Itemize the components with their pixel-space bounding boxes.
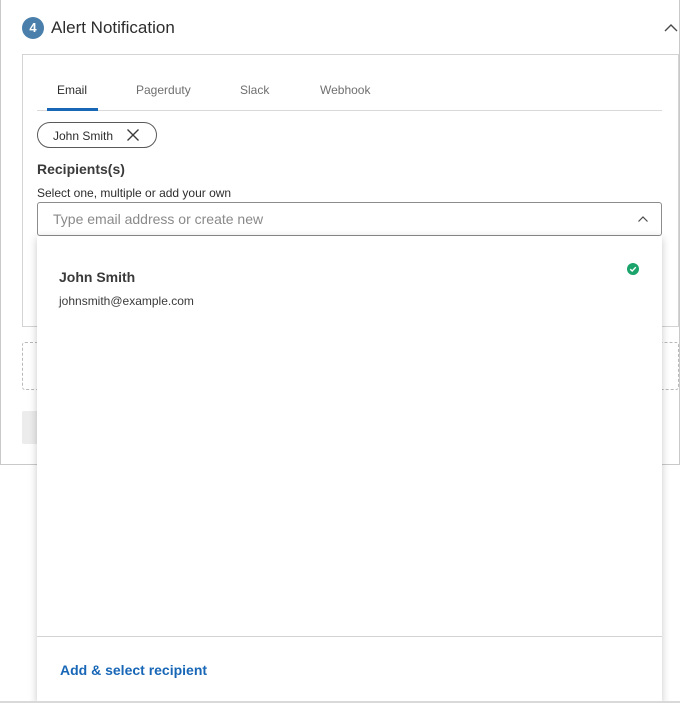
tab-pagerduty[interactable]: Pagerduty: [136, 83, 191, 97]
option-name: John Smith: [59, 269, 136, 285]
active-tab-indicator: [47, 108, 98, 111]
close-icon[interactable]: [126, 128, 140, 142]
tab-slack[interactable]: Slack: [240, 83, 269, 97]
chevron-up-icon[interactable]: [637, 213, 649, 225]
chevron-up-icon[interactable]: [663, 20, 679, 36]
add-select-recipient-button[interactable]: Add & select recipient: [60, 662, 207, 678]
recipients-help-text: Select one, multiple or add your own: [37, 186, 232, 200]
recipient-chip-label: John Smith: [53, 129, 114, 143]
list-item[interactable]: John Smith johnsmith@example.com: [37, 236, 662, 316]
section-header[interactable]: 4 Alert Notification: [1, 0, 680, 56]
divider: [37, 636, 662, 637]
recipient-dropdown: John Smith johnsmith@example.com Add & s…: [37, 236, 662, 703]
tab-email[interactable]: Email: [57, 83, 87, 97]
step-number-badge: 4: [22, 17, 44, 39]
tab-webhook[interactable]: Webhook: [320, 83, 370, 97]
section-title: Alert Notification: [51, 18, 175, 37]
recipient-chip: John Smith: [37, 122, 157, 148]
option-email: johnsmith@example.com: [59, 294, 194, 308]
recipients-label: Recipients(s): [37, 161, 125, 177]
check-circle-icon: [627, 263, 639, 275]
recipient-email-input[interactable]: [37, 202, 662, 236]
notification-channel-tabs: Email Pagerduty Slack Webhook: [37, 72, 662, 111]
